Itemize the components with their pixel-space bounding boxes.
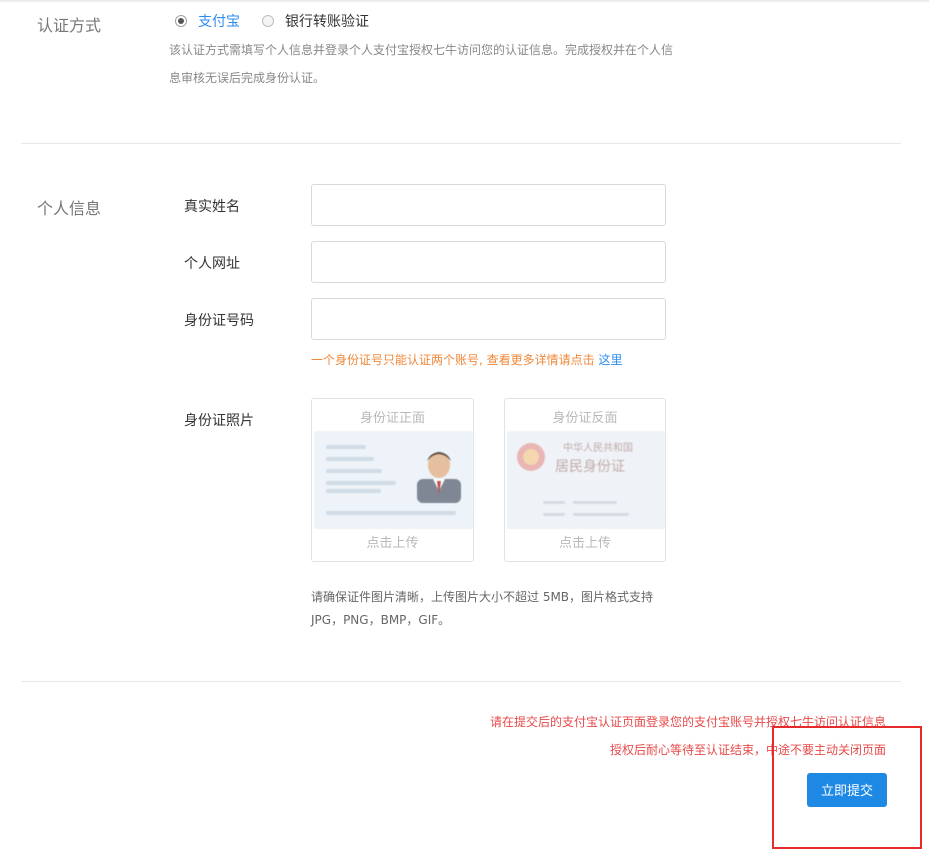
real-name-input[interactable] <box>311 184 666 226</box>
website-label: 个人网址 <box>184 256 240 272</box>
radio-alipay[interactable]: 支付宝 <box>175 11 240 31</box>
radio-alipay-label: 支付宝 <box>198 14 240 30</box>
id-back-upload[interactable]: 身份证反面 中华人民共和国 居民身份证 点击上传 <box>504 398 666 562</box>
personal-info-label: 个人信息 <box>37 199 102 218</box>
id-back-upload-text: 点击上传 <box>558 536 611 551</box>
submit-button[interactable]: 立即提交 <box>807 773 887 807</box>
national-emblem-icon <box>517 443 545 471</box>
website-input[interactable] <box>311 241 666 283</box>
photo-note-line2: JPG，PNG，BMP，GIF。 <box>311 613 451 627</box>
id-back-heading1: 中华人民共和国 <box>563 441 633 454</box>
id-hint-link[interactable]: 这里 <box>598 353 622 367</box>
top-shadow <box>0 0 929 3</box>
id-number-label: 身份证号码 <box>184 313 254 329</box>
radio-bank-transfer[interactable]: 银行转账验证 <box>262 11 369 31</box>
radio-unchecked-icon <box>262 15 274 27</box>
photo-note: 请确保证件图片清晰，上传图片大小不超过 5MB，图片格式支持 JPG，PNG，B… <box>311 586 671 632</box>
id-number-input[interactable] <box>311 298 666 340</box>
verify-description-line1: 该认证方式需填写个人信息并登录个人支付宝授权七牛访问您的认证信息。完成授权并在个… <box>169 43 674 57</box>
id-front-image <box>314 431 473 529</box>
section-divider <box>21 143 901 144</box>
id-hint: 一个身份证号只能认证两个账号, 查看更多详情请点击 这里 <box>311 351 622 368</box>
id-hint-text: 一个身份证号只能认证两个账号, 查看更多详情请点击 <box>311 353 595 367</box>
id-front-title: 身份证正面 <box>359 411 425 426</box>
id-back-title: 身份证反面 <box>552 411 618 426</box>
photo-note-line1: 请确保证件图片清晰，上传图片大小不超过 5MB，图片格式支持 <box>311 590 654 604</box>
verify-method-label: 认证方式 <box>37 16 102 35</box>
id-photo-label: 身份证照片 <box>184 413 254 429</box>
radio-checked-icon <box>175 15 187 27</box>
id-back-illustration: 中华人民共和国 居民身份证 <box>507 431 665 529</box>
radio-bank-label: 银行转账验证 <box>285 14 369 30</box>
id-front-upload[interactable]: 身份证正面 点击上传 <box>311 398 474 562</box>
real-name-label: 真实姓名 <box>184 199 240 215</box>
id-front-illustration <box>314 431 473 529</box>
verify-description-line2: 息审核无误后完成身份认证。 <box>169 71 326 85</box>
footer-divider <box>21 681 901 682</box>
id-front-upload-text: 点击上传 <box>366 536 419 551</box>
id-back-heading2: 居民身份证 <box>555 459 625 475</box>
id-back-image: 中华人民共和国 居民身份证 <box>507 431 665 529</box>
verify-description: 该认证方式需填写个人信息并登录个人支付宝授权七牛访问您的认证信息。完成授权并在个… <box>169 36 689 92</box>
